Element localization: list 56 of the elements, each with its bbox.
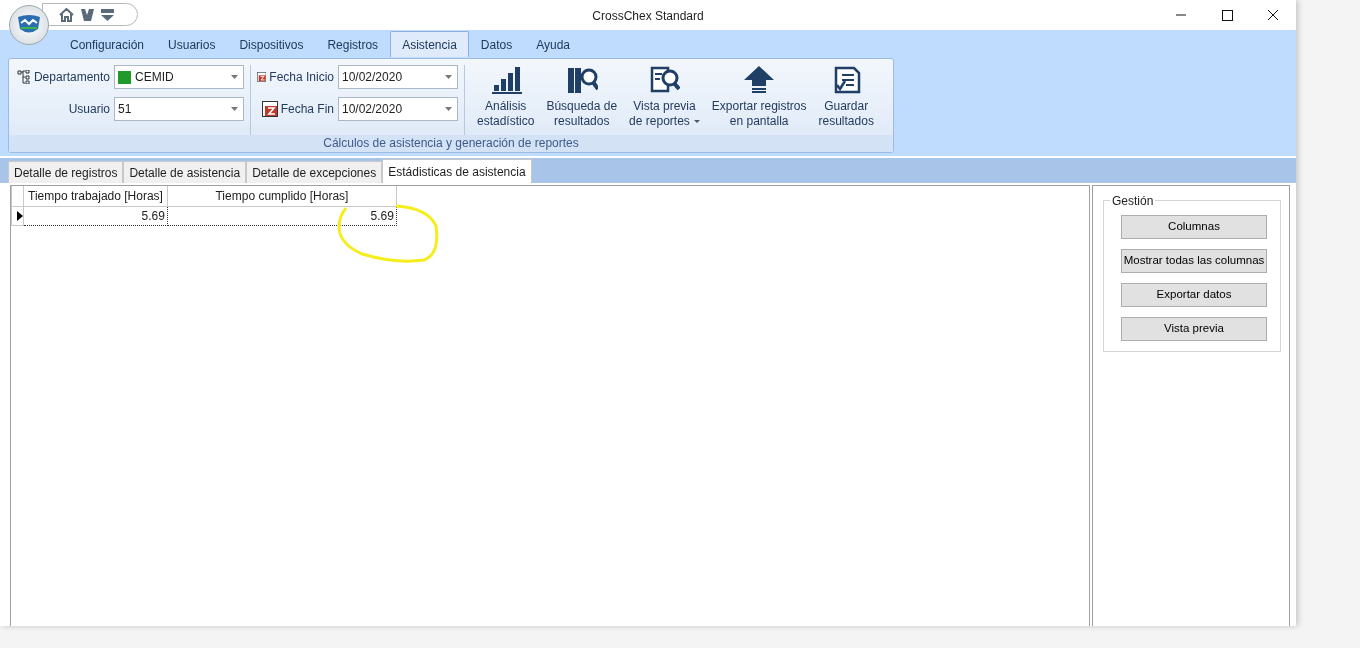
action-button[interactable]: Mostrar todas las columnas: [1121, 249, 1267, 273]
end-date-label: Fecha Fin: [280, 101, 334, 118]
caret-icon: [445, 107, 452, 111]
bar-chart-icon: [489, 65, 522, 95]
department-label: Departamento: [33, 69, 110, 86]
house-icon: [59, 7, 74, 22]
ribbon-tab[interactable]: Dispositivos: [227, 31, 316, 57]
column-header[interactable]: Tiempo cumplido [Horas]: [167, 186, 397, 206]
calendar-icon: [261, 101, 278, 117]
department-dropdown[interactable]: CEMID: [114, 65, 244, 89]
ribbon-tab[interactable]: Asistencia: [390, 31, 469, 57]
user-dropdown[interactable]: 51: [114, 97, 244, 121]
view-tab[interactable]: Detalle de registros: [8, 161, 124, 183]
caret-icon: [445, 75, 452, 79]
tree-icon: [16, 70, 31, 84]
maximize-button[interactable]: [1220, 8, 1234, 22]
ribbon-button[interactable]: Análisis estadístico: [471, 65, 541, 135]
close-button[interactable]: [1266, 8, 1280, 22]
end-date-dropdown[interactable]: 10/02/2020: [338, 97, 458, 121]
ribbon-tab[interactable]: Usuarios: [156, 31, 228, 57]
ribbon-button[interactable]: Guardar resultados: [812, 65, 880, 135]
action-button[interactable]: Columnas: [1121, 215, 1267, 239]
window-title: CrossChex Standard: [592, 8, 704, 25]
ribbon-tab[interactable]: Datos: [468, 31, 525, 57]
view-tab[interactable]: Detalle de excepciones: [246, 161, 383, 183]
action-button[interactable]: Exportar datos: [1121, 283, 1267, 307]
dropdown-icon: [101, 8, 114, 21]
upload-arrow-icon: [743, 65, 776, 95]
document-search-icon: [648, 65, 681, 95]
view-tab[interactable]: Estádisticas de asistencia: [382, 159, 532, 183]
caret-icon: [231, 107, 238, 111]
ribbon-button[interactable]: Búsqueda de resultados: [540, 65, 624, 135]
tools-icon: [80, 7, 95, 22]
app-logo[interactable]: [9, 5, 49, 45]
ribbon-tab[interactable]: Ayuda: [524, 31, 582, 57]
start-date-label: Fecha Inicio: [269, 69, 334, 86]
ribbon-tab[interactable]: Registros: [315, 31, 391, 57]
books-search-icon: [565, 65, 598, 95]
start-date-dropdown[interactable]: 10/02/2020: [338, 65, 458, 89]
table-cell: 5.69: [23, 206, 168, 225]
ribbon-button[interactable]: Vista previa de reportes: [623, 65, 706, 135]
table-cell: 5.69: [167, 206, 397, 225]
ribbon-tab[interactable]: Configuración: [58, 31, 157, 57]
ribbon-group-label: Cálculos de asistencia y generación de reportes: [9, 135, 893, 152]
caret-icon: [231, 75, 238, 79]
view-tab[interactable]: Detalle de asistencia: [123, 161, 247, 183]
ribbon-button[interactable]: Exportar registros en pantalla: [705, 65, 813, 135]
column-header[interactable]: Tiempo trabajado [Horas]: [23, 186, 168, 206]
maximize-icon: [1220, 8, 1234, 22]
calendar-icon: [257, 69, 267, 85]
tool-icon[interactable]: [80, 7, 95, 22]
home-icon[interactable]: [59, 7, 74, 22]
action-button[interactable]: Vista previa: [1121, 317, 1267, 341]
user-label: Usuario: [68, 101, 110, 118]
close-icon: [1266, 8, 1280, 22]
customize-icon[interactable]: [101, 8, 114, 21]
